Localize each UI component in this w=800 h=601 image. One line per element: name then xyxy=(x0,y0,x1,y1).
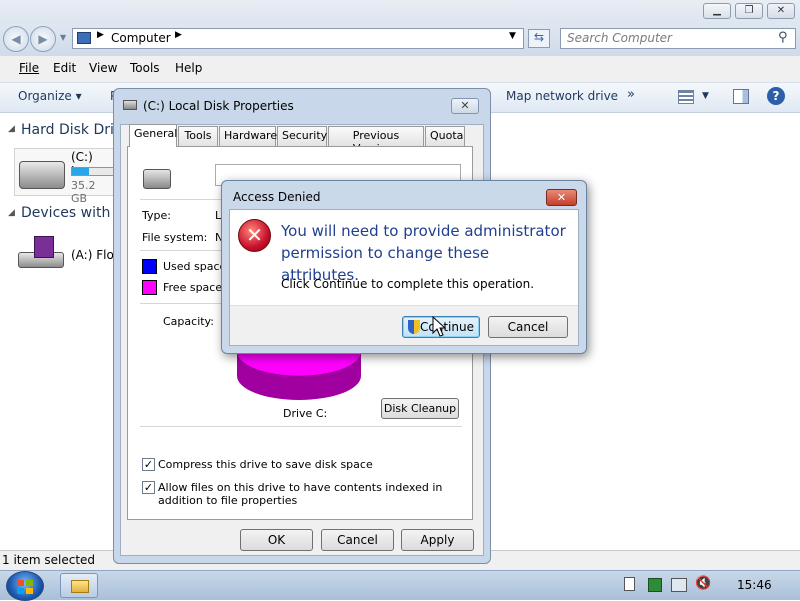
tab-quota[interactable]: Quota xyxy=(425,126,465,146)
recent-pages-icon[interactable]: ▼ xyxy=(60,33,66,42)
apply-button[interactable]: Apply xyxy=(401,529,474,551)
free-space-swatch xyxy=(142,280,157,295)
index-checkbox[interactable]: ✓ xyxy=(142,481,155,494)
uac-shield-icon xyxy=(408,320,420,334)
minimize-button[interactable]: ▁ xyxy=(703,3,731,19)
menu-help[interactable]: Help xyxy=(175,61,202,75)
status-text: 1 item selected xyxy=(2,553,96,567)
used-space-label: Used space xyxy=(163,260,227,273)
compress-checkbox[interactable]: ✓ xyxy=(142,458,155,471)
group-devices: Devices with R xyxy=(21,205,125,221)
drive-caption: Drive C: xyxy=(283,407,328,420)
forward-button[interactable]: ▶ xyxy=(30,26,56,52)
floppy-drive-icon[interactable] xyxy=(18,236,66,272)
address-dropdown-icon[interactable]: ▼ xyxy=(509,31,516,41)
address-location: Computer xyxy=(111,31,171,45)
disk-icon xyxy=(143,169,171,189)
back-button[interactable]: ◀ xyxy=(3,26,29,52)
filesystem-label: File system: xyxy=(142,231,208,244)
divider xyxy=(140,426,462,427)
map-network-drive-button[interactable]: Map network drive xyxy=(506,89,618,103)
refresh-icon[interactable]: ⇆ xyxy=(528,29,550,48)
used-space-swatch xyxy=(142,259,157,274)
help-icon[interactable]: ? xyxy=(767,87,785,105)
tab-hardware[interactable]: Hardware xyxy=(219,126,277,146)
start-button[interactable] xyxy=(6,571,44,601)
dialog-detail: Click Continue to complete this operatio… xyxy=(281,277,535,291)
drive-usage-bar xyxy=(71,167,115,176)
computer-icon xyxy=(77,32,91,44)
menu-file[interactable]: File xyxy=(19,61,39,75)
more-commands-button[interactable]: » xyxy=(627,87,635,102)
menu-tools[interactable]: Tools xyxy=(130,61,160,75)
ok-button[interactable]: OK xyxy=(240,529,313,551)
group-hard-disk: Hard Disk Driv xyxy=(21,122,123,138)
properties-close-button[interactable]: ✕ xyxy=(451,98,479,114)
search-icon[interactable]: ⚲ xyxy=(778,30,788,45)
free-space-label: Free space: xyxy=(163,281,226,294)
change-view-icon[interactable] xyxy=(678,90,694,104)
action-center-icon[interactable] xyxy=(648,578,662,592)
collapse-icon[interactable]: ◢ xyxy=(8,124,15,134)
cancel-button[interactable]: Cancel xyxy=(321,529,394,551)
dialog-close-button[interactable]: ✕ xyxy=(546,189,577,206)
error-icon: ✕ xyxy=(238,219,271,252)
notification-icon[interactable] xyxy=(624,577,635,591)
view-dropdown-icon[interactable]: ▼ xyxy=(702,91,709,101)
drive-c-item[interactable]: (C:) Loc 35.2 GB xyxy=(14,148,115,205)
menu-bar xyxy=(0,56,800,83)
maximize-button[interactable]: ❐ xyxy=(735,3,763,19)
folder-icon xyxy=(71,580,89,593)
breadcrumb-arrow-icon: ▶ xyxy=(175,30,182,40)
mouse-cursor-icon xyxy=(432,316,446,337)
type-label: Type: xyxy=(142,209,171,222)
close-button[interactable]: ✕ xyxy=(767,3,795,19)
tab-general[interactable]: General xyxy=(129,124,177,147)
collapse-icon[interactable]: ◢ xyxy=(8,208,15,218)
volume-muted-icon[interactable]: 🔇 xyxy=(695,576,711,591)
organize-button[interactable]: Organize ▾ xyxy=(18,89,82,103)
tab-tools[interactable]: Tools xyxy=(178,126,218,146)
tab-security[interactable]: Security xyxy=(277,126,327,146)
clock[interactable]: 15:46 xyxy=(737,578,772,592)
drive-icon xyxy=(123,100,137,110)
capacity-label: Capacity: xyxy=(163,315,214,328)
drive-c-size: 35.2 GB xyxy=(71,179,96,205)
network-icon[interactable] xyxy=(671,578,687,592)
dialog-cancel-button[interactable]: Cancel xyxy=(488,316,568,338)
dialog-title: Access Denied xyxy=(233,190,321,204)
explorer-titlebar xyxy=(0,0,800,24)
address-bar[interactable]: ▶ Computer ▶ ▼ xyxy=(72,28,524,49)
search-input[interactable]: Search Computer xyxy=(560,28,796,49)
hard-drive-icon xyxy=(19,161,65,189)
taskbar-explorer-button[interactable] xyxy=(60,573,98,598)
breadcrumb-arrow-icon: ▶ xyxy=(97,30,104,40)
properties-title: (C:) Local Disk Properties xyxy=(143,99,294,113)
tab-previous-versions[interactable]: Previous Versions xyxy=(328,126,424,155)
disk-cleanup-button[interactable]: Disk Cleanup xyxy=(381,398,459,419)
index-label: Allow files on this drive to have conten… xyxy=(158,481,443,507)
compress-label: Compress this drive to save disk space xyxy=(158,458,373,471)
menu-edit[interactable]: Edit xyxy=(53,61,76,75)
preview-pane-icon[interactable] xyxy=(733,89,749,104)
menu-view[interactable]: View xyxy=(89,61,117,75)
